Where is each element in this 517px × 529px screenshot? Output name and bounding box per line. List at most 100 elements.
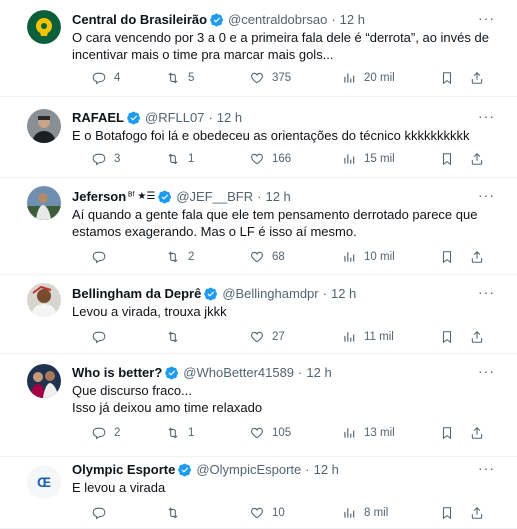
tweet-text: Aí quando a gente fala que ele tem pensa… [72, 206, 499, 240]
action-bar: 27 11 mil [92, 330, 499, 346]
author-name[interactable]: Olympic Esporte [72, 462, 175, 478]
reply-button[interactable]: 3 [92, 152, 120, 166]
like-button[interactable]: 166 [250, 152, 291, 166]
reply-button[interactable] [92, 250, 114, 264]
tweet[interactable]: Jeferson ᴮᶠ ★☰ @JEF__BFR · 12 h Aí quando a g… [0, 178, 517, 275]
bookmark-button[interactable] [440, 330, 454, 344]
retweet-button[interactable]: 2 [166, 250, 194, 264]
views-button[interactable]: 11 mil [342, 330, 394, 344]
avatar[interactable] [27, 186, 61, 220]
retweet-button[interactable] [166, 330, 188, 344]
views-button[interactable]: 13 mil [342, 426, 395, 440]
like-button[interactable]: 68 [250, 250, 285, 264]
tweet-header: RAFAEL @RFLL07 · 12 h [72, 110, 499, 126]
tweet-text-line: Isso já deixou amo time relaxado [72, 400, 263, 415]
verified-badge-icon [165, 366, 179, 380]
more-icon[interactable]: ··· [478, 108, 495, 124]
views-button[interactable]: 8 mil [342, 506, 388, 520]
bookmark-button[interactable] [440, 250, 454, 264]
bookmark-icon [440, 426, 454, 440]
more-icon[interactable]: ··· [478, 284, 495, 300]
author-handle[interactable]: @centraldobrsao [228, 12, 327, 28]
avatar[interactable] [27, 283, 61, 317]
author-handle[interactable]: @WhoBetter41589 [183, 365, 294, 381]
author-name[interactable]: Central do Brasileirão [72, 12, 207, 28]
share-icon [470, 71, 484, 85]
views-count: 8 mil [364, 507, 389, 519]
share-button[interactable] [470, 426, 484, 440]
share-icon [470, 152, 484, 166]
views-icon [342, 250, 364, 264]
author-name[interactable]: Who is better? [72, 365, 162, 381]
avatar[interactable] [27, 10, 61, 44]
bookmark-button[interactable] [440, 152, 454, 166]
author-handle[interactable]: @RFLL07 [145, 110, 204, 126]
author-handle[interactable]: @OlympicEsporte [196, 462, 301, 478]
reply-button[interactable]: 4 [92, 71, 120, 85]
action-bar: 4 5 375 20 mil [92, 71, 499, 87]
reply-button[interactable] [92, 506, 114, 520]
reply-icon [92, 426, 114, 440]
tweet-text-line: E o Botafogo foi lá e obedeceu as orient… [72, 128, 470, 143]
author-handle[interactable]: @JEF__BFR [176, 189, 253, 205]
avatar[interactable]: Œ [27, 465, 61, 499]
retweet-button[interactable]: 1 [166, 152, 194, 166]
avatar[interactable] [27, 364, 61, 398]
verified-badge-icon [204, 287, 218, 301]
tweet[interactable]: Bellingham da Deprê @Bellinghamdpr · 12 h Le… [0, 275, 517, 354]
views-button[interactable]: 15 mil [342, 152, 395, 166]
like-count: 10 [272, 507, 285, 519]
retweet-button[interactable]: 1 [166, 426, 194, 440]
like-button[interactable]: 10 [250, 506, 285, 520]
like-button[interactable]: 27 [250, 330, 285, 344]
more-icon[interactable]: ··· [478, 10, 495, 26]
views-button[interactable]: 10 mil [342, 250, 395, 264]
share-button[interactable] [470, 152, 484, 166]
share-button[interactable] [470, 330, 484, 344]
share-button[interactable] [470, 250, 484, 264]
tweet[interactable]: Who is better? @WhoBetter41589 · 12 h Que di… [0, 354, 517, 457]
reply-count: 2 [114, 427, 121, 439]
timestamp[interactable]: 12 h [306, 365, 331, 381]
bookmark-button[interactable] [440, 506, 454, 520]
reply-button[interactable]: 2 [92, 426, 120, 440]
retweet-button[interactable]: 5 [166, 71, 194, 85]
views-button[interactable]: 20 mil [342, 71, 395, 85]
author-handle[interactable]: @Bellinghamdpr [222, 286, 318, 302]
timestamp[interactable]: 12 h [314, 462, 339, 478]
like-button[interactable]: 375 [250, 71, 291, 85]
share-button[interactable] [470, 71, 484, 85]
tweet[interactable]: RAFAEL @RFLL07 · 12 h E o Botafogo foi lá e … [0, 97, 517, 178]
more-icon[interactable]: ··· [478, 187, 495, 203]
more-icon[interactable]: ··· [478, 460, 495, 476]
tweet[interactable]: Central do Brasileirão @centraldobrsao · 12… [0, 0, 517, 97]
bookmark-button[interactable] [440, 426, 454, 440]
avatar[interactable] [27, 109, 61, 143]
share-icon [470, 250, 484, 264]
like-button[interactable]: 105 [250, 426, 291, 440]
views-icon [342, 506, 364, 520]
more-icon[interactable]: ··· [478, 363, 495, 379]
views-count: 11 mil [364, 331, 394, 343]
author-name[interactable]: Bellingham da Deprê [72, 286, 201, 302]
tweet[interactable]: Œ Olympic Esporte @OlympicEsporte · 12 h E le… [0, 457, 517, 529]
retweet-count: 2 [188, 251, 195, 263]
author-name[interactable]: RAFAEL [72, 110, 124, 126]
reply-button[interactable] [92, 330, 114, 344]
timestamp[interactable]: 12 h [331, 286, 356, 302]
author-name[interactable]: Jeferson [72, 189, 126, 205]
bookmark-button[interactable] [440, 71, 454, 85]
retweet-button[interactable] [166, 506, 188, 520]
heart-icon [250, 250, 272, 264]
retweet-count: 5 [188, 72, 195, 84]
like-count: 375 [272, 72, 292, 84]
tweet-content: Bellingham da Deprê @Bellinghamdpr · 12 h Le… [72, 286, 499, 320]
timestamp[interactable]: 12 h [340, 12, 365, 28]
share-button[interactable] [470, 506, 484, 520]
heart-icon [250, 330, 272, 344]
timestamp[interactable]: 12 h [217, 110, 242, 126]
timestamp[interactable]: 12 h [265, 189, 290, 205]
verified-badge-icon [210, 13, 224, 27]
bookmark-icon [440, 71, 454, 85]
tweet-text-line: O cara vencendo por 3 a 0 e a primeira f… [72, 30, 489, 45]
